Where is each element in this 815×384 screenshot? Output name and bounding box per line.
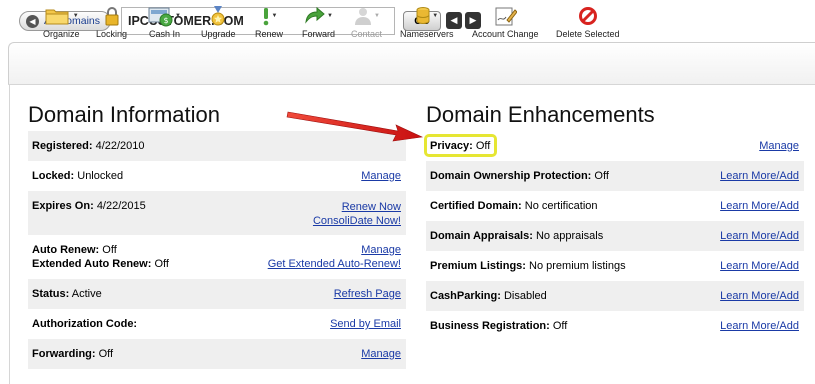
- ownership-learn-more-link[interactable]: Learn More/Add: [720, 170, 799, 182]
- panel-left-border: [9, 85, 10, 384]
- auto-renew-manage-link[interactable]: Manage: [361, 244, 401, 256]
- forwarding-label: Forwarding:: [32, 348, 96, 360]
- cashparking-learn-more-link[interactable]: Learn More/Add: [720, 290, 799, 302]
- auto-renew-label: Auto Renew:: [32, 244, 100, 256]
- svg-text:$: $: [164, 16, 169, 25]
- toolbar-locking[interactable]: Locking: [96, 5, 127, 39]
- certified-domain-value: No certification: [524, 200, 598, 212]
- auto-renew-row: Auto Renew: Off Extended Auto Renew: Off…: [28, 235, 406, 279]
- status-row: Status: Active Refresh Page: [28, 279, 406, 309]
- auto-renew-value: Off: [102, 244, 117, 256]
- expires-row: Expires On: 4/22/2015 Renew Now ConsoliD…: [28, 191, 406, 235]
- toolbar: [8, 42, 815, 84]
- expires-value: 4/22/2015: [96, 200, 146, 212]
- privacy-highlight-box: [424, 134, 497, 157]
- premium-learn-more-link[interactable]: Learn More/Add: [720, 260, 799, 272]
- nameservers-icon: [416, 7, 430, 24]
- cashparking-label: CashParking:: [430, 290, 501, 302]
- domain-appraisals-label: Domain Appraisals:: [430, 230, 533, 242]
- cashparking-row: CashParking: Disabled Learn More/Add: [426, 281, 804, 311]
- certified-learn-more-link[interactable]: Learn More/Add: [720, 200, 799, 212]
- upgrade-icon: [211, 6, 225, 26]
- certified-domain-label: Certified Domain:: [430, 200, 522, 212]
- toolbar-contact[interactable]: ▼ Contact: [351, 5, 382, 39]
- delete-icon: [578, 7, 597, 25]
- locked-value: Unlocked: [77, 170, 124, 182]
- registered-label: Registered:: [32, 140, 93, 152]
- toolbar-upgrade[interactable]: Upgrade: [201, 5, 236, 39]
- refresh-page-link[interactable]: Refresh Page: [334, 288, 401, 300]
- toolbar-cash-in[interactable]: $ ▼ Cash In: [148, 5, 181, 39]
- locked-manage-link[interactable]: Manage: [361, 170, 401, 182]
- renew-icon: [263, 8, 268, 26]
- domain-information-title: Domain Information: [28, 102, 220, 127]
- authorization-code-row: Authorization Code: Send by Email: [28, 309, 406, 339]
- forwarding-row: Forwarding: Off Manage: [28, 339, 406, 369]
- status-label: Status:: [32, 288, 70, 300]
- locked-row: Locked: Unlocked Manage: [28, 161, 406, 191]
- toolbar-delete-selected[interactable]: Delete Selected: [556, 5, 620, 39]
- renew-now-link[interactable]: Renew Now: [342, 201, 401, 213]
- lock-icon: [105, 7, 119, 26]
- contact-icon: [355, 8, 372, 25]
- forward-arrow-icon: [305, 6, 325, 24]
- consolidate-now-link[interactable]: ConsoliDate Now!: [313, 215, 401, 227]
- premium-listings-row: Premium Listings: No premium listings Le…: [426, 251, 804, 281]
- domain-appraisals-row: Domain Appraisals: No appraisals Learn M…: [426, 221, 804, 251]
- status-value: Active: [71, 288, 102, 300]
- account-change-icon: [495, 7, 518, 26]
- appraisals-learn-more-link[interactable]: Learn More/Add: [720, 230, 799, 242]
- business-learn-more-link[interactable]: Learn More/Add: [720, 320, 799, 332]
- toolbar-renew[interactable]: ▼ Renew: [255, 5, 283, 39]
- extended-auto-renew-value: Off: [154, 258, 169, 270]
- get-extended-auto-renew-link[interactable]: Get Extended Auto-Renew!: [268, 258, 401, 270]
- registered-value: 4/22/2010: [95, 140, 145, 152]
- ownership-protection-value: Off: [594, 170, 609, 182]
- folder-icon: [45, 9, 69, 25]
- toolbar-nameservers[interactable]: ▼ Nameservers: [400, 5, 454, 39]
- red-arrow-annotation: [286, 111, 424, 142]
- back-arrow-icon: ◀: [26, 14, 39, 28]
- premium-listings-value: No premium listings: [529, 260, 626, 272]
- ownership-protection-row: Domain Ownership Protection: Off Learn M…: [426, 161, 804, 191]
- certified-domain-row: Certified Domain: No certification Learn…: [426, 191, 804, 221]
- domain-enhancements-title: Domain Enhancements: [426, 102, 655, 127]
- locked-label: Locked:: [32, 170, 75, 182]
- forwarding-value: Off: [98, 348, 114, 360]
- toolbar-organize[interactable]: ▼ Organize: [43, 5, 80, 39]
- privacy-manage-link[interactable]: Manage: [759, 140, 799, 152]
- business-registration-row: Business Registration: Off Learn More/Ad…: [426, 311, 804, 341]
- business-registration-label: Business Registration:: [430, 320, 550, 332]
- extended-auto-renew-label: Extended Auto Renew:: [32, 258, 152, 270]
- domain-appraisals-value: No appraisals: [535, 230, 604, 242]
- business-registration-value: Off: [552, 320, 568, 332]
- forwarding-manage-link[interactable]: Manage: [361, 348, 401, 360]
- cash-in-icon: $: [148, 7, 173, 27]
- ownership-protection-label: Domain Ownership Protection:: [430, 170, 592, 182]
- toolbar-forward[interactable]: ▼ Forward: [302, 5, 335, 39]
- toolbar-divider: [8, 84, 815, 85]
- toolbar-account-change[interactable]: Account Change: [472, 5, 539, 39]
- expires-label: Expires On:: [32, 200, 94, 212]
- premium-listings-label: Premium Listings:: [430, 260, 526, 272]
- authorization-code-label: Authorization Code:: [32, 318, 138, 330]
- send-by-email-link[interactable]: Send by Email: [330, 318, 401, 330]
- cashparking-value: Disabled: [503, 290, 547, 302]
